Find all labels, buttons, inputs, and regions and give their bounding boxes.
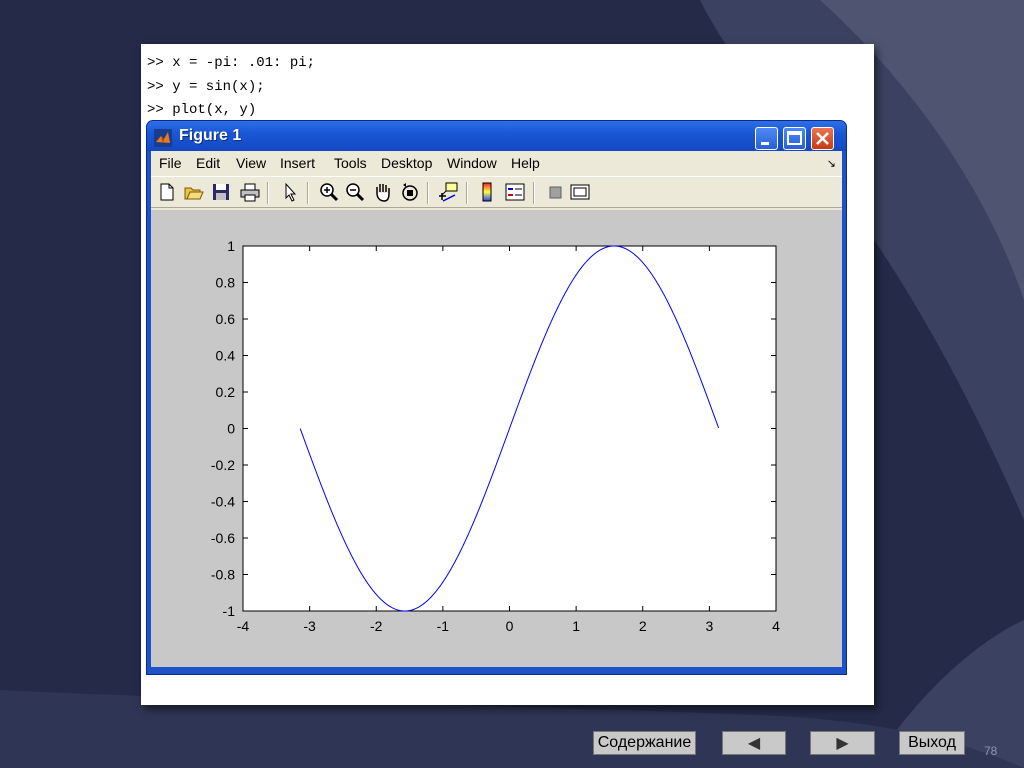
x-tick-label: 4 xyxy=(772,618,780,634)
previous-slide-button[interactable]: ◀ xyxy=(722,731,786,755)
toolbar-separator xyxy=(533,182,535,204)
menu-file[interactable]: File xyxy=(159,155,182,171)
x-tick-label: 2 xyxy=(639,618,647,634)
y-tick-label: -0.2 xyxy=(211,457,235,473)
command-line-1: >> x = -pi: .01: pi; xyxy=(147,55,316,71)
insert-legend-icon[interactable] xyxy=(504,181,526,203)
next-slide-button[interactable]: ▶ xyxy=(810,731,875,755)
toolbar xyxy=(151,176,842,208)
contents-button[interactable]: Содержание xyxy=(593,731,696,755)
hide-plot-tools-icon[interactable] xyxy=(544,181,566,203)
window-client-area: File Edit View Insert Tools Desktop Wind… xyxy=(151,151,842,670)
window-title: Figure 1 xyxy=(179,127,242,144)
menu-window[interactable]: Window xyxy=(447,155,497,171)
x-tick-label: 1 xyxy=(572,618,580,634)
x-tick-label: -1 xyxy=(437,618,450,634)
zoom-out-icon[interactable] xyxy=(344,181,366,203)
x-tick-label: -3 xyxy=(303,618,316,634)
y-tick-label: 0.8 xyxy=(216,275,236,291)
y-tick-label: -0.8 xyxy=(211,567,235,583)
menu-bar: File Edit View Insert Tools Desktop Wind… xyxy=(151,151,842,175)
pan-hand-icon[interactable] xyxy=(372,181,394,203)
y-tick-label: -0.4 xyxy=(211,494,235,510)
matlab-logo-icon xyxy=(154,129,172,147)
y-tick-label: 0.2 xyxy=(216,384,236,400)
minimize-icon xyxy=(761,142,769,145)
sine-plot: -4 -3 -2 -1 0 1 2 3 4 1 0.8 0.6 0.4 0.2 0 -0.2 -0.4 -0.6 -… xyxy=(211,238,780,634)
insert-colorbar-icon[interactable] xyxy=(476,181,498,203)
y-tick-label: 0.4 xyxy=(216,348,236,364)
open-folder-icon[interactable] xyxy=(183,181,205,203)
y-tick-label: 0.6 xyxy=(216,311,236,327)
toolbar-separator xyxy=(307,182,309,204)
menu-insert[interactable]: Insert xyxy=(280,155,315,171)
exit-button[interactable]: Выход xyxy=(899,731,965,755)
toolbar-separator xyxy=(267,182,269,204)
y-tick-label: 0 xyxy=(227,421,235,437)
x-tick-label: -2 xyxy=(370,618,383,634)
title-bar[interactable]: Figure 1 xyxy=(147,121,846,151)
figure-canvas: -4 -3 -2 -1 0 1 2 3 4 1 0.8 0.6 0.4 0.2 0 -0.2 -0.4 -0.6 -… xyxy=(151,210,842,670)
zoom-in-icon[interactable] xyxy=(318,181,340,203)
toolbar-separator xyxy=(466,182,468,204)
page-number: 78 xyxy=(984,744,998,758)
maximize-icon xyxy=(787,131,802,145)
save-icon[interactable] xyxy=(210,181,232,203)
y-tick-label: 1 xyxy=(227,238,235,254)
menu-desktop[interactable]: Desktop xyxy=(381,155,432,171)
menu-edit[interactable]: Edit xyxy=(196,155,220,171)
close-button[interactable] xyxy=(811,127,834,150)
command-line-2: >> y = sin(x); xyxy=(147,79,265,95)
select-arrow-icon[interactable] xyxy=(279,181,301,203)
minimize-button[interactable] xyxy=(755,127,778,150)
menu-view[interactable]: View xyxy=(236,155,266,171)
x-tick-label: -4 xyxy=(237,618,250,634)
menu-help[interactable]: Help xyxy=(511,155,540,171)
x-tick-label: 0 xyxy=(506,618,514,634)
y-tick-label: -0.6 xyxy=(211,530,235,546)
figure-window: Figure 1 File Edit View Insert Tools Des… xyxy=(146,120,847,675)
menu-tools[interactable]: Tools xyxy=(334,155,367,171)
print-icon[interactable] xyxy=(239,181,261,203)
close-icon xyxy=(816,132,829,145)
x-tick-label: 3 xyxy=(705,618,713,634)
window-bottom-border xyxy=(151,667,842,670)
menu-overflow-icon[interactable]: ↘ xyxy=(827,157,836,170)
data-cursor-icon[interactable] xyxy=(437,181,459,203)
rotate-3d-icon[interactable] xyxy=(399,181,421,203)
maximize-button[interactable] xyxy=(783,127,806,150)
show-plot-tools-icon[interactable] xyxy=(569,181,591,203)
y-tick-label: -1 xyxy=(223,603,236,619)
command-line-3: >> plot(x, y) xyxy=(147,102,257,118)
new-file-icon[interactable] xyxy=(156,181,178,203)
toolbar-separator xyxy=(427,182,429,204)
